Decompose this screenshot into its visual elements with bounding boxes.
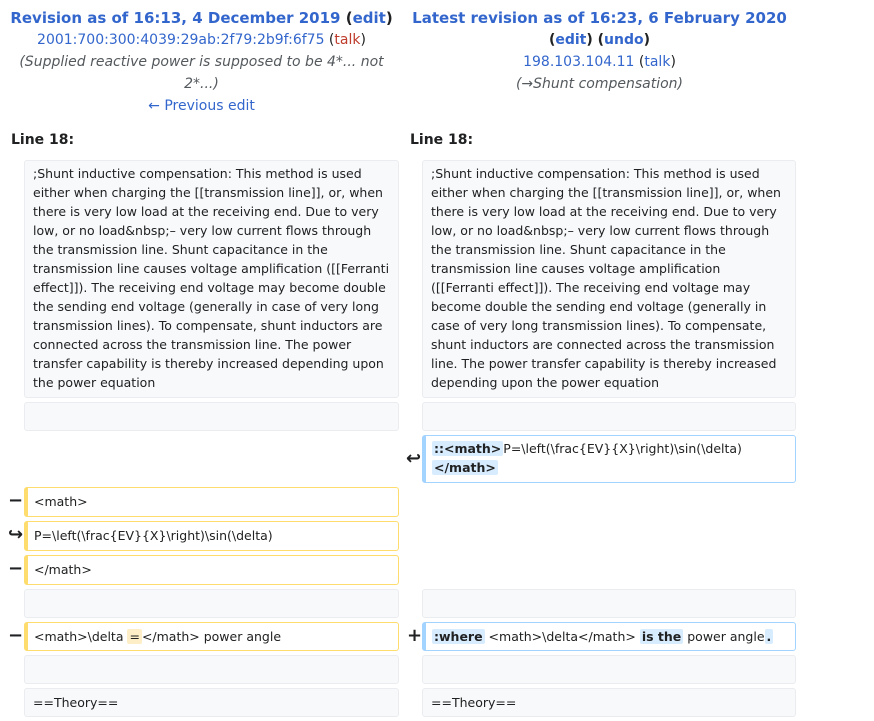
paren: ( bbox=[345, 9, 353, 27]
right-empty-context bbox=[422, 402, 796, 431]
context-text: <math>\delta</math> bbox=[484, 629, 640, 644]
right-edit-summary: (→Shunt compensation) bbox=[515, 76, 684, 92]
moved-in-marker[interactable]: ↩ bbox=[406, 449, 421, 469]
left-empty-context-3 bbox=[24, 655, 399, 684]
left-user-line: 2001:700:300:4039:29ab:2f79:2b9f:6f75 (t… bbox=[37, 32, 366, 48]
minus-marker: − bbox=[8, 625, 24, 646]
previous-edit-link[interactable]: ← Previous edit bbox=[148, 98, 255, 114]
added-text: :where bbox=[432, 629, 485, 644]
context-text: </math> power angle bbox=[141, 629, 282, 644]
left-revision-title-line: Revision as of 16:13, 4 December 2019 (e… bbox=[10, 7, 393, 29]
right-talk-link[interactable]: talk bbox=[644, 54, 670, 70]
added-text: </math> bbox=[432, 460, 498, 475]
left-revision-header: Revision as of 16:13, 4 December 2019 (e… bbox=[10, 7, 393, 117]
context-text: power angle bbox=[683, 629, 765, 644]
right-revision-title-line: Latest revision as of 16:23, 6 February … bbox=[408, 7, 791, 29]
plus-marker: + bbox=[407, 625, 423, 646]
removed-math-close-line: </math> bbox=[24, 555, 399, 585]
right-theory-line: ==Theory== bbox=[422, 688, 796, 717]
left-empty-context-2 bbox=[24, 589, 399, 618]
left-user-link[interactable]: 2001:700:300:4039:29ab:2f79:2b9f:6f75 bbox=[37, 32, 324, 48]
right-empty-context-2 bbox=[422, 589, 796, 618]
left-line-number: Line 18: bbox=[11, 132, 75, 148]
removed-power-angle-line: <math>\delta = </math> power angle bbox=[24, 622, 399, 651]
left-theory-line: ==Theory== bbox=[24, 688, 399, 717]
context-text: <math>\delta bbox=[34, 629, 128, 644]
left-empty-context bbox=[24, 402, 399, 431]
minus-marker: − bbox=[8, 490, 24, 511]
added-text: is the bbox=[639, 629, 684, 644]
right-edit-link[interactable]: edit bbox=[555, 32, 586, 48]
right-user-link[interactable]: 198.103.104.11 bbox=[523, 54, 634, 70]
added-power-angle-line: :where <math>\delta</math> is the power … bbox=[422, 622, 796, 651]
removed-moved-formula-line: P=\left(\frac{EV}{X}\right)\sin(\delta) bbox=[24, 521, 399, 551]
removed-math-open-line: <math> bbox=[24, 487, 399, 517]
left-revision-link[interactable]: Revision as of 16:13, 4 December 2019 bbox=[10, 9, 340, 27]
moved-out-marker[interactable]: ↪ bbox=[8, 525, 23, 545]
right-user-line: 198.103.104.11 (talk) bbox=[523, 54, 676, 70]
added-text: . bbox=[764, 629, 774, 644]
right-revision-link[interactable]: Latest revision as of 16:23, 6 February … bbox=[412, 9, 787, 27]
paren: ) bbox=[385, 9, 393, 27]
left-edit-link[interactable]: edit bbox=[353, 9, 386, 27]
left-talk-link[interactable]: talk bbox=[334, 32, 360, 48]
right-context-paragraph: ;Shunt inductive compensation: This meth… bbox=[422, 160, 796, 398]
left-context-paragraph: ;Shunt inductive compensation: This meth… bbox=[24, 160, 399, 398]
added-moved-math-line: ::<math> P=\left(\frac{EV}{X}\right)\sin(… bbox=[422, 435, 796, 483]
right-empty-context-3 bbox=[422, 655, 796, 684]
right-actions-line: (edit) (undo) bbox=[548, 32, 651, 48]
moved-text: P=\left(\frac{EV}{X}\right)\sin(\delta) bbox=[503, 441, 742, 456]
right-line-number: Line 18: bbox=[410, 132, 474, 148]
minus-marker: − bbox=[8, 558, 24, 579]
undo-link[interactable]: undo bbox=[604, 32, 644, 48]
removed-text: = bbox=[127, 629, 142, 644]
right-revision-header: Latest revision as of 16:23, 6 February … bbox=[408, 7, 791, 95]
left-edit-summary: (Supplied reactive power is supposed to … bbox=[19, 54, 384, 92]
added-text: ::<math> bbox=[432, 441, 504, 456]
